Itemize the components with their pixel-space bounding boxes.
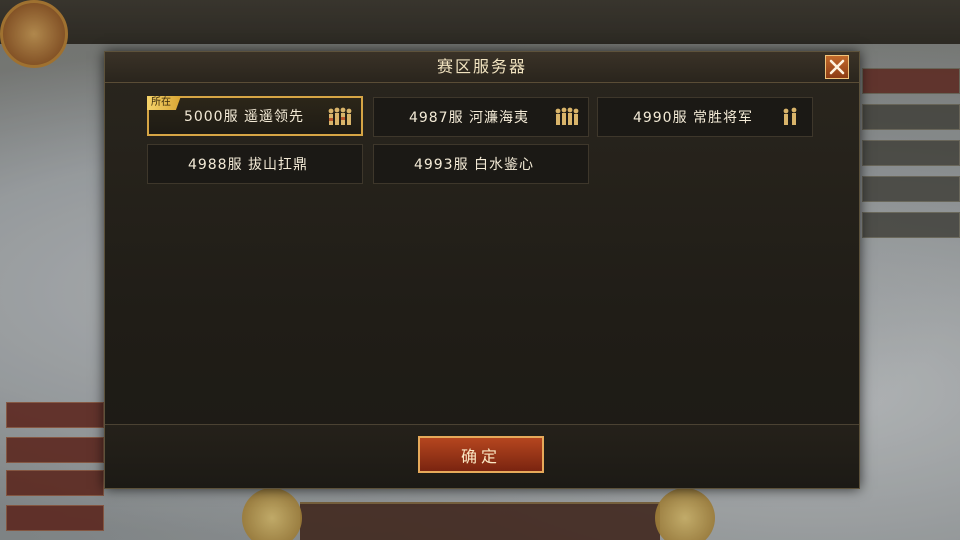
soldiers-icon — [328, 107, 352, 125]
close-icon — [829, 59, 845, 75]
server-label: 4988服 拔山扛鼎 — [187, 157, 309, 173]
soldiers-icon — [783, 107, 797, 125]
server-item-4987[interactable]: 4987服 河濂海夷 — [373, 97, 589, 137]
dialog-header: 赛区服务器 — [105, 52, 859, 83]
server-item-4988[interactable]: 4988服 拔山扛鼎 — [147, 144, 363, 184]
server-label: 4987服 河濂海夷 — [408, 110, 530, 126]
server-label: 5000服 遥遥领先 — [183, 109, 305, 125]
server-label: 4993服 白水鉴心 — [413, 157, 535, 173]
server-select-dialog: 赛区服务器 所在 5000服 遥遥领先 4987服 河濂海夷 4990服 常胜将… — [104, 51, 860, 489]
dialog-title: 赛区服务器 — [436, 57, 527, 76]
close-button[interactable] — [825, 55, 849, 79]
server-item-5000[interactable]: 所在 5000服 遥遥领先 — [147, 96, 363, 136]
soldiers-icon — [555, 107, 579, 125]
confirm-button[interactable]: 确定 — [418, 436, 544, 473]
server-item-4990[interactable]: 4990服 常胜将军 — [597, 97, 813, 137]
dialog-footer: 确定 — [105, 425, 859, 488]
server-item-4993[interactable]: 4993服 白水鉴心 — [373, 144, 589, 184]
server-label: 4990服 常胜将军 — [632, 110, 754, 126]
